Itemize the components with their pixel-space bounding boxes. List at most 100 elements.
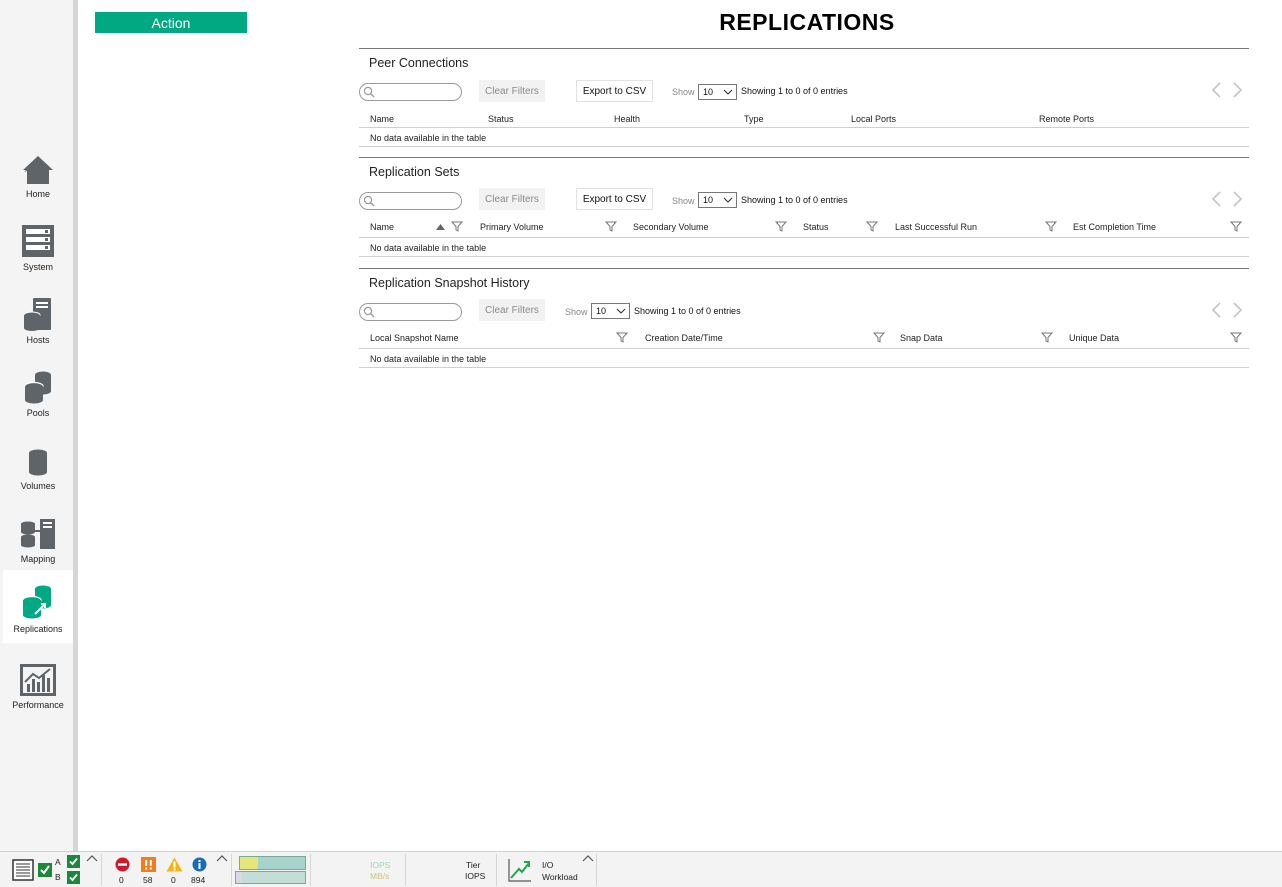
pools-icon — [24, 371, 51, 404]
column-header-est-completion-time[interactable]: Est Completion Time — [1073, 222, 1156, 232]
clear-filters-button[interactable]: Clear Filters — [479, 80, 545, 102]
controller-a-label: A — [55, 857, 61, 867]
filter-icon[interactable] — [1230, 332, 1242, 343]
warning-alert-count: 0 — [171, 875, 176, 885]
column-header-last-successful-run[interactable]: Last Successful Run — [895, 222, 977, 232]
info-alert-count: 894 — [191, 875, 206, 885]
next-page-icon[interactable] — [1231, 302, 1243, 318]
export-csv-button[interactable]: Export to CSV — [576, 80, 653, 102]
export-csv-button[interactable]: Export to CSV — [576, 188, 653, 210]
filter-icon[interactable] — [605, 221, 617, 232]
page-size-value: 10 — [703, 87, 714, 97]
column-header-name[interactable]: Name — [370, 114, 394, 124]
chevron-up-icon[interactable] — [582, 854, 594, 862]
system-health-ok-icon[interactable] — [38, 863, 52, 877]
clear-filters-button[interactable]: Clear Filters — [479, 188, 545, 210]
status-separator — [310, 854, 311, 886]
sidebar-item-mapping[interactable]: Mapping — [3, 500, 73, 573]
sidebar-item-label: Home — [25, 189, 50, 199]
chevron-up-icon[interactable] — [86, 854, 98, 862]
status-separator — [231, 854, 232, 886]
storage-enclosure-icon[interactable] — [12, 859, 34, 881]
sidebar-item-system[interactable]: System — [3, 208, 73, 281]
show-label: Show — [565, 307, 588, 317]
chevron-up-icon[interactable] — [216, 854, 228, 862]
filter-icon[interactable] — [1045, 221, 1057, 232]
replications-icon — [22, 585, 51, 619]
column-header-local-ports[interactable]: Local Ports — [851, 114, 896, 124]
page-size-select[interactable]: 10 — [698, 192, 737, 208]
column-header-snap-data[interactable]: Snap Data — [900, 333, 943, 343]
capacity-graph[interactable] — [235, 856, 306, 884]
filter-icon[interactable] — [1041, 332, 1053, 343]
replication-snapshot-history-panel: Replication Snapshot History Clear Filte… — [359, 268, 1249, 368]
table-divider — [359, 367, 1249, 368]
sidebar-item-pools[interactable]: Pools — [3, 354, 73, 427]
sidebar-item-replications[interactable]: Replications — [3, 570, 73, 643]
previous-page-icon[interactable] — [1211, 82, 1223, 98]
sidebar-item-label: System — [22, 262, 53, 272]
previous-page-icon[interactable] — [1211, 191, 1223, 207]
column-header-name[interactable]: Name — [370, 222, 394, 232]
next-page-icon[interactable] — [1231, 191, 1243, 207]
entries-info: Showing 1 to 0 of 0 entries — [741, 86, 848, 96]
io-workload-icon[interactable] — [508, 858, 532, 882]
sidebar-item-performance[interactable]: Performance — [3, 646, 73, 719]
column-header-health[interactable]: Health — [614, 114, 640, 124]
page-size-value: 10 — [596, 306, 607, 316]
column-header-remote-ports[interactable]: Remote Ports — [1039, 114, 1094, 124]
action-button[interactable]: Action — [95, 12, 247, 33]
status-bar: A B 0 58 0 894 IOPS MB/s Tier IOPS I/O W… — [0, 851, 1282, 887]
status-separator — [596, 854, 597, 886]
filter-icon[interactable] — [866, 221, 878, 232]
column-header-primary-volume[interactable]: Primary Volume — [480, 222, 544, 232]
chevron-down-icon — [616, 308, 626, 314]
column-header-secondary-volume[interactable]: Secondary Volume — [633, 222, 709, 232]
replication-sets-panel: Replication Sets Clear Filters Export to… — [359, 157, 1249, 257]
controller-a-ok-icon[interactable] — [67, 855, 80, 868]
sidebar-item-volumes[interactable]: Volumes — [3, 427, 73, 500]
mbs-label: MB/s — [370, 871, 390, 881]
info-alert-icon[interactable] — [192, 857, 207, 872]
critical-alert-icon[interactable] — [115, 857, 130, 872]
entries-info: Showing 1 to 0 of 0 entries — [634, 306, 741, 316]
error-alert-count: 58 — [143, 875, 153, 885]
sidebar-item-home[interactable]: Home — [3, 135, 73, 208]
search-icon — [363, 195, 375, 207]
home-icon — [23, 156, 53, 184]
column-header-type[interactable]: Type — [744, 114, 764, 124]
search-icon — [363, 306, 375, 318]
panel-title: Replication Sets — [369, 165, 460, 179]
sidebar-item-label: Hosts — [26, 335, 50, 345]
column-header-local-snapshot-name[interactable]: Local Snapshot Name — [370, 333, 459, 343]
next-page-icon[interactable] — [1231, 82, 1243, 98]
page-size-select[interactable]: 10 — [698, 84, 737, 100]
warning-alert-icon[interactable] — [166, 857, 183, 872]
column-header-status[interactable]: Status — [488, 114, 514, 124]
filter-icon[interactable] — [616, 332, 628, 343]
controller-b-ok-icon[interactable] — [67, 871, 80, 884]
column-header-status[interactable]: Status — [803, 222, 829, 232]
search-input[interactable] — [359, 83, 462, 101]
search-icon — [363, 86, 375, 98]
sidebar-item-hosts[interactable]: Hosts — [3, 281, 73, 354]
error-alert-icon[interactable] — [141, 857, 156, 872]
filter-icon[interactable] — [451, 221, 463, 232]
clear-filters-button[interactable]: Clear Filters — [479, 299, 545, 321]
previous-page-icon[interactable] — [1211, 302, 1223, 318]
sort-ascending-icon[interactable] — [435, 223, 446, 231]
chevron-down-icon — [723, 197, 733, 203]
controller-b-label: B — [55, 872, 61, 882]
panel-title: Replication Snapshot History — [369, 276, 530, 290]
show-label: Show — [672, 87, 695, 97]
search-input[interactable] — [359, 303, 462, 321]
page-size-select[interactable]: 10 — [591, 303, 630, 319]
column-header-unique-data[interactable]: Unique Data — [1069, 333, 1119, 343]
search-input[interactable] — [359, 192, 462, 210]
filter-icon[interactable] — [1230, 221, 1242, 232]
filter-icon[interactable] — [873, 332, 885, 343]
page-title: REPLICATIONS — [719, 9, 895, 35]
column-header-creation-date-time[interactable]: Creation Date/Time — [645, 333, 723, 343]
table-divider — [359, 146, 1249, 147]
filter-icon[interactable] — [775, 221, 787, 232]
